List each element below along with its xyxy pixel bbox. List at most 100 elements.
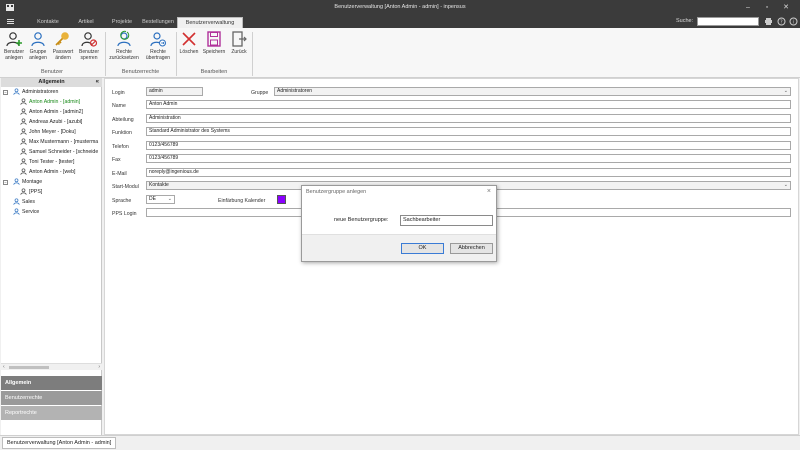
ribbon-separator: [252, 32, 253, 76]
ribbon-group-benutzerrechte: Benutzerrechte: [121, 69, 160, 75]
save-button[interactable]: Speichern: [201, 30, 227, 66]
tree-label: Montage: [22, 179, 43, 185]
nav-benutzerrechte[interactable]: Benutzerrechte: [1, 391, 102, 405]
sprache-select[interactable]: DE ⌄: [146, 195, 175, 204]
user-icon: [20, 188, 27, 196]
name-input[interactable]: Anton Admin: [146, 100, 791, 109]
tab-kontakte[interactable]: Kontakte: [28, 17, 68, 28]
close-window-icon[interactable]: ✕: [781, 3, 791, 12]
status-bar: Benutzerverwaltung [Anton Admin - admin]: [0, 435, 800, 450]
tree-group[interactable]: − Montage: [3, 178, 43, 187]
calendar-color-picker[interactable]: [277, 195, 286, 204]
scroll-right-icon[interactable]: ›: [98, 364, 100, 371]
group-name-input[interactable]: Sachbearbeiter: [400, 215, 493, 226]
tree-label: Sales: [22, 199, 35, 205]
tree-label: Service: [22, 209, 40, 215]
tree-user-item[interactable]: Samuel Schneider - [schneide: [20, 148, 98, 157]
group-icon: [13, 208, 20, 216]
open-window-tab[interactable]: Benutzerverwaltung [Anton Admin - admin]: [2, 437, 117, 449]
navigation-panel: Allgemein « − Administratoren Anton Admin …: [1, 78, 102, 435]
tree-user-item[interactable]: Max Mustermann - [musterma: [20, 138, 98, 147]
tree-user-item[interactable]: [PPS]: [20, 188, 42, 197]
cancel-button[interactable]: Abbrechen: [450, 243, 493, 254]
back-button[interactable]: Zurück: [228, 30, 250, 66]
add-user-button[interactable]: Benutzer anlegen: [3, 30, 25, 66]
transfer-rights-button[interactable]: Rechte übertragen: [143, 30, 173, 66]
tab-benutzerverwaltung[interactable]: Benutzerverwaltung: [177, 17, 243, 28]
startmodul-label: Start-Modul: [112, 184, 139, 190]
group-icon: [13, 178, 20, 186]
telefon-label: Telefon: [112, 144, 129, 150]
delete-button[interactable]: Löschen: [178, 30, 200, 66]
create-group-dialog: Benutzergruppe anlegen × neue Benutzergr…: [301, 185, 497, 262]
pps-login-label: PPS Login: [112, 211, 137, 217]
user-reset-icon: [117, 30, 131, 47]
nav-reportrechte[interactable]: Reportrechte: [1, 406, 102, 420]
delete-x-icon: [182, 32, 196, 46]
expand-toggle-icon[interactable]: −: [3, 90, 8, 95]
horizontal-scrollbar[interactable]: ‹ ›: [1, 363, 102, 370]
change-password-button[interactable]: Passwort ändern: [51, 30, 75, 66]
chevron-down-icon[interactable]: ⌄: [784, 182, 788, 189]
close-icon[interactable]: ×: [487, 188, 491, 195]
user-tree: − Administratoren Anton Admin - [admin] Ant…: [1, 88, 102, 358]
login-label: Login: [112, 90, 125, 96]
tree-label: Max Mustermann - [musterma: [29, 139, 99, 145]
group-add-icon: [31, 32, 45, 47]
email-input[interactable]: noreply@ingenious.de: [146, 168, 791, 177]
login-input[interactable]: admin: [146, 87, 203, 96]
user-icon: [20, 118, 27, 126]
tab-artikel[interactable]: Artikel: [68, 17, 104, 28]
collapse-panel-icon[interactable]: «: [96, 78, 99, 87]
tree-user-item[interactable]: Andreas Azubi - [azubi]: [20, 118, 82, 127]
tree-label: Andreas Azubi - [azubi]: [29, 119, 83, 125]
tree-label: [PPS]: [29, 189, 43, 195]
gruppe-select[interactable]: Administratoren ⌄: [274, 87, 791, 96]
maximize-icon[interactable]: ▫: [762, 3, 772, 12]
ribbon-separator: [105, 32, 106, 76]
search-input[interactable]: [697, 17, 759, 26]
sprache-label: Sprache: [112, 198, 132, 204]
tab-projekte[interactable]: Projekte: [104, 17, 140, 28]
chevron-down-icon[interactable]: ⌄: [168, 196, 172, 203]
tree-user-item[interactable]: Toni Tester - [tester]: [20, 158, 74, 167]
minimize-icon[interactable]: –: [743, 3, 753, 12]
expand-toggle-icon[interactable]: −: [3, 180, 8, 185]
fax-input[interactable]: 0123/456789: [146, 154, 791, 163]
reset-rights-button[interactable]: Rechte zurücksetzen: [108, 30, 140, 66]
tree-group[interactable]: Sales: [13, 198, 35, 207]
scroll-left-icon[interactable]: ‹: [3, 364, 5, 371]
user-icon: [20, 138, 27, 146]
title-bar: Benutzerverwaltung [Anton Admin - admin]…: [0, 0, 800, 15]
add-group-button[interactable]: Gruppe anlegen: [27, 30, 49, 66]
tab-bestellungen[interactable]: Bestellungen: [140, 17, 176, 28]
help-icon[interactable]: ?: [777, 17, 786, 26]
user-icon: [20, 108, 27, 116]
group-name-label: neue Benutzergruppe:: [334, 217, 389, 223]
app-menu-icon[interactable]: [6, 18, 15, 25]
tree-group[interactable]: − Administratoren: [3, 88, 58, 97]
print-icon[interactable]: [764, 17, 773, 26]
ok-button[interactable]: OK: [401, 243, 444, 254]
tree-user-item[interactable]: John Meyer - [Doku]: [20, 128, 76, 137]
svg-text:?: ?: [780, 20, 783, 26]
user-icon: [20, 158, 27, 166]
lock-user-button[interactable]: Benutzer sperren: [77, 30, 101, 66]
tree-group[interactable]: Service: [13, 208, 39, 217]
scroll-thumb[interactable]: [9, 366, 49, 369]
module-tabs: Kontakte Artikel Projekte Bestellungen B…: [0, 15, 800, 28]
info-icon[interactable]: i: [789, 17, 798, 26]
dialog-footer: OK Abbrechen: [302, 234, 496, 261]
user-block-icon: [81, 32, 98, 47]
tree-user-item[interactable]: Anton Admin - [web]: [20, 168, 75, 177]
abteilung-input[interactable]: Administration: [146, 114, 791, 123]
user-icon: [20, 128, 27, 136]
telefon-input[interactable]: 0123/456789: [146, 141, 791, 150]
funktion-input[interactable]: Standard Administrator des Systems: [146, 127, 791, 136]
nav-allgemein[interactable]: Allgemein: [1, 376, 102, 390]
tree-user-item[interactable]: Anton Admin - [admin]: [20, 98, 80, 107]
tree-label: Anton Admin - [admin]: [29, 99, 81, 105]
chevron-down-icon[interactable]: ⌄: [784, 88, 788, 95]
user-add-icon: [6, 32, 22, 47]
tree-user-item[interactable]: Anton Admin - [admin2]: [20, 108, 83, 117]
